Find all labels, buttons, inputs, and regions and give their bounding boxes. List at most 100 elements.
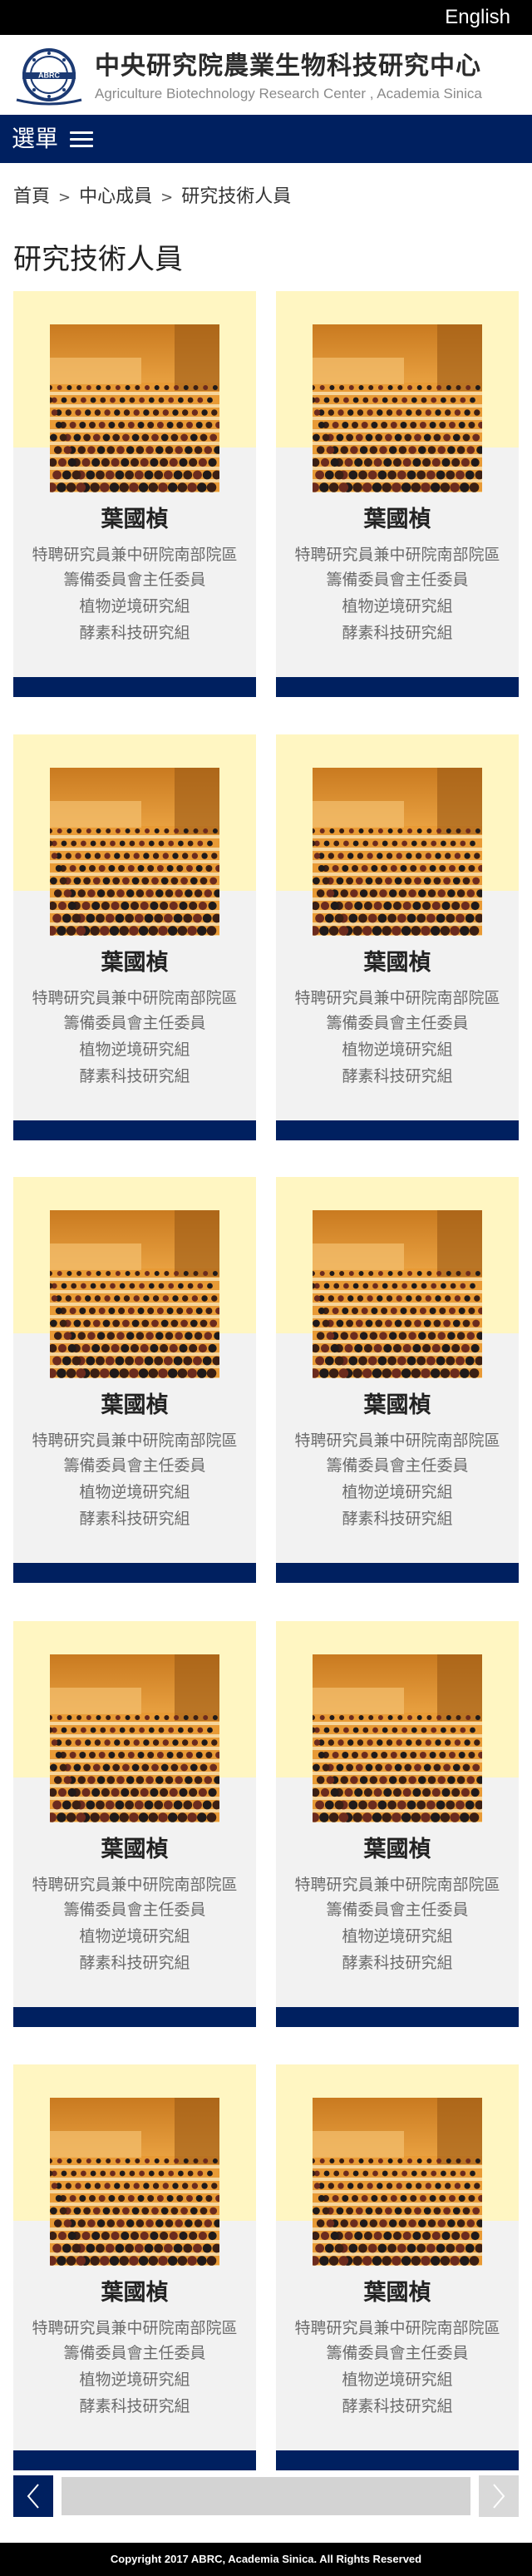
language-toggle[interactable]: English [445, 5, 510, 30]
breadcrumb-separator: > [58, 189, 71, 206]
card-title-line-1: 特聘研究員兼中研院南部院區 [294, 989, 500, 1007]
staff-photo [313, 1210, 482, 1378]
card-title-line-2: 籌備委員會主任委員 [63, 1456, 206, 1475]
card-bottom-bar [276, 677, 519, 697]
staff-card[interactable]: 葉國楨 特聘研究員兼中研院南部院區 籌備委員會主任委員 植物逆境研究組 酵素科技研究組 [276, 734, 519, 1140]
staff-card[interactable]: 葉國楨 特聘研究員兼中研院南部院區 籌備委員會主任委員 植物逆境研究組 酵素科技研究組 [13, 1621, 256, 2027]
card-title-line-1: 特聘研究員兼中研院南部院區 [294, 1876, 500, 1894]
card-group-line-1: 植物逆境研究組 [79, 597, 190, 616]
card-title-line-2: 籌備委員會主任委員 [63, 1901, 206, 1919]
staff-photo [313, 2098, 482, 2266]
card-title-line-2: 籌備委員會主任委員 [326, 1014, 469, 1032]
staff-card[interactable]: 葉國楨特聘研究員兼中研院南部院區 籌備委員會主任委員 植物逆境研究組 酵素科技研究組 [13, 1177, 256, 1583]
scroll-left-button[interactable] [13, 2475, 53, 2517]
card-bottom-bar [13, 2450, 256, 2470]
staff-photo-frame[interactable] [313, 2098, 482, 2266]
chevron-left-icon [27, 2484, 39, 2509]
breadcrumb-section[interactable]: 中心成員 [79, 186, 152, 207]
staff-name[interactable]: 葉國楨 [13, 2279, 256, 2307]
staff-photo [50, 1210, 219, 1378]
card-group-line-1: 植物逆境研究組 [342, 1041, 453, 1059]
staff-card[interactable]: 葉國楨特聘研究員兼中研院南部院區 籌備委員會主任委員 植物逆境研究組 酵素科技研究組 [276, 291, 519, 697]
staff-name[interactable]: 葉國楨 [13, 949, 256, 977]
staff-photo [50, 2098, 219, 2266]
staff-name[interactable]: 葉國楨 [276, 949, 519, 977]
card-group-line-2: 酵素科技研究組 [342, 1954, 453, 1972]
card-group-line-1: 植物逆境研究組 [342, 597, 453, 616]
breadcrumb-home[interactable]: 首頁 [13, 186, 50, 207]
chevron-right-icon [493, 2484, 505, 2509]
staff-photo [313, 768, 482, 936]
abrc-logo[interactable]: ABRC [12, 47, 86, 106]
staff-photo [313, 1654, 482, 1822]
site-subtitle: Agriculture Biotechnology Research Cente… [95, 86, 482, 101]
staff-photo-frame[interactable] [50, 1654, 219, 1822]
site-title[interactable]: 中央研究院農業生物科技研究中心 [95, 52, 481, 82]
staff-name[interactable]: 葉國楨 [276, 1836, 519, 1864]
staff-card[interactable]: 葉國楨 特聘研究員兼中研院南部院區 籌備委員會主任委員 植物逆境研究組 酵素科技研究組 [13, 2064, 256, 2470]
staff-photo-frame[interactable] [50, 324, 219, 492]
staff-card[interactable]: 葉國楨 特聘研究員兼中研院南部院區 籌備委員會主任委員 植物逆境研究組 酵素科技研究組 [276, 2064, 519, 2470]
staff-photo-frame[interactable] [313, 324, 482, 492]
card-title-line-1: 特聘研究員兼中研院南部院區 [32, 1431, 238, 1450]
breadcrumb-separator: > [160, 189, 174, 206]
staff-card[interactable]: 葉國楨特聘研究員兼中研院南部院區 籌備委員會主任委員 植物逆境研究組 酵素科技研究組 [13, 291, 256, 697]
card-group-line-1: 植物逆境研究組 [79, 1927, 190, 1946]
card-title-line-1: 特聘研究員兼中研院南部院區 [294, 546, 500, 564]
staff-photo-frame[interactable] [313, 1210, 482, 1378]
card-title-line-2: 籌備委員會主任委員 [63, 571, 206, 589]
card-title-line-1: 特聘研究員兼中研院南部院區 [294, 1431, 500, 1450]
horizontal-scroller [13, 2475, 519, 2517]
card-title-line-2: 籌備委員會主任委員 [326, 1901, 469, 1919]
card-group-line-2: 酵素科技研究組 [342, 1510, 453, 1528]
top-bar: English [0, 0, 532, 35]
staff-photo [50, 324, 219, 492]
scroll-right-button[interactable] [479, 2475, 519, 2517]
scrollbar-track[interactable] [62, 2477, 470, 2515]
card-title-line-1: 特聘研究員兼中研院南部院區 [32, 546, 238, 564]
menu-bar: 選單 [0, 115, 532, 163]
staff-name[interactable]: 葉國楨 [276, 2279, 519, 2307]
card-bottom-bar [13, 677, 256, 697]
staff-name[interactable]: 葉國楨 [13, 1392, 256, 1420]
staff-card[interactable]: 葉國楨特聘研究員兼中研院南部院區 籌備委員會主任委員 植物逆境研究組 酵素科技研究組 [276, 1621, 519, 2027]
staff-photo-frame[interactable] [313, 1654, 482, 1822]
card-group-line-1: 植物逆境研究組 [342, 2371, 453, 2389]
breadcrumb: 首頁 > 中心成員 > 研究技術人員 [13, 185, 291, 210]
staff-photo-frame[interactable] [313, 768, 482, 936]
staff-name[interactable]: 葉國楨 [276, 506, 519, 534]
staff-name[interactable]: 葉國楨 [276, 1392, 519, 1420]
card-title-line-1: 特聘研究員兼中研院南部院區 [32, 1876, 238, 1894]
card-group-line-2: 酵素科技研究組 [342, 2397, 453, 2415]
card-title-line-2: 籌備委員會主任委員 [326, 1456, 469, 1475]
card-title-line-2: 籌備委員會主任委員 [326, 571, 469, 589]
staff-photo [50, 1654, 219, 1822]
card-group-line-2: 酵素科技研究組 [342, 624, 453, 642]
card-bottom-bar [13, 1563, 256, 1583]
card-group-line-1: 植物逆境研究組 [342, 1483, 453, 1501]
card-bottom-bar [13, 2007, 256, 2027]
hamburger-menu-icon[interactable] [70, 131, 93, 148]
card-group-line-1: 植物逆境研究組 [342, 1927, 453, 1946]
site-header: ABRC 中央研究院農業生物科技研究中心 Agriculture Biotech… [0, 35, 532, 115]
breadcrumb-current: 研究技術人員 [181, 186, 292, 207]
staff-photo-frame[interactable] [50, 768, 219, 936]
menu-label[interactable]: 選單 [12, 124, 58, 154]
card-bottom-bar [276, 2007, 519, 2027]
card-group-line-2: 酵素科技研究組 [79, 624, 190, 642]
staff-photo [50, 768, 219, 936]
page-title: 研究技術人員 [13, 243, 183, 276]
staff-photo-frame[interactable] [50, 1210, 219, 1378]
card-group-line-1: 植物逆境研究組 [79, 2371, 190, 2389]
staff-name[interactable]: 葉國楨 [13, 1836, 256, 1864]
staff-card[interactable]: 葉國楨 特聘研究員兼中研院南部院區 籌備委員會主任委員 植物逆境研究組 酵素科技研究組 [13, 734, 256, 1140]
card-group-line-2: 酵素科技研究組 [79, 1510, 190, 1528]
card-title-line-1: 特聘研究員兼中研院南部院區 [32, 2319, 238, 2337]
card-title-line-2: 籌備委員會主任委員 [326, 2344, 469, 2362]
staff-photo-frame[interactable] [50, 2098, 219, 2266]
staff-card[interactable]: 葉國楨特聘研究員兼中研院南部院區 籌備委員會主任委員 植物逆境研究組 酵素科技研究組 [276, 1177, 519, 1583]
staff-name[interactable]: 葉國楨 [13, 506, 256, 534]
card-bottom-bar [276, 1120, 519, 1140]
card-group-line-1: 植物逆境研究組 [79, 1483, 190, 1501]
card-bottom-bar [13, 1120, 256, 1140]
